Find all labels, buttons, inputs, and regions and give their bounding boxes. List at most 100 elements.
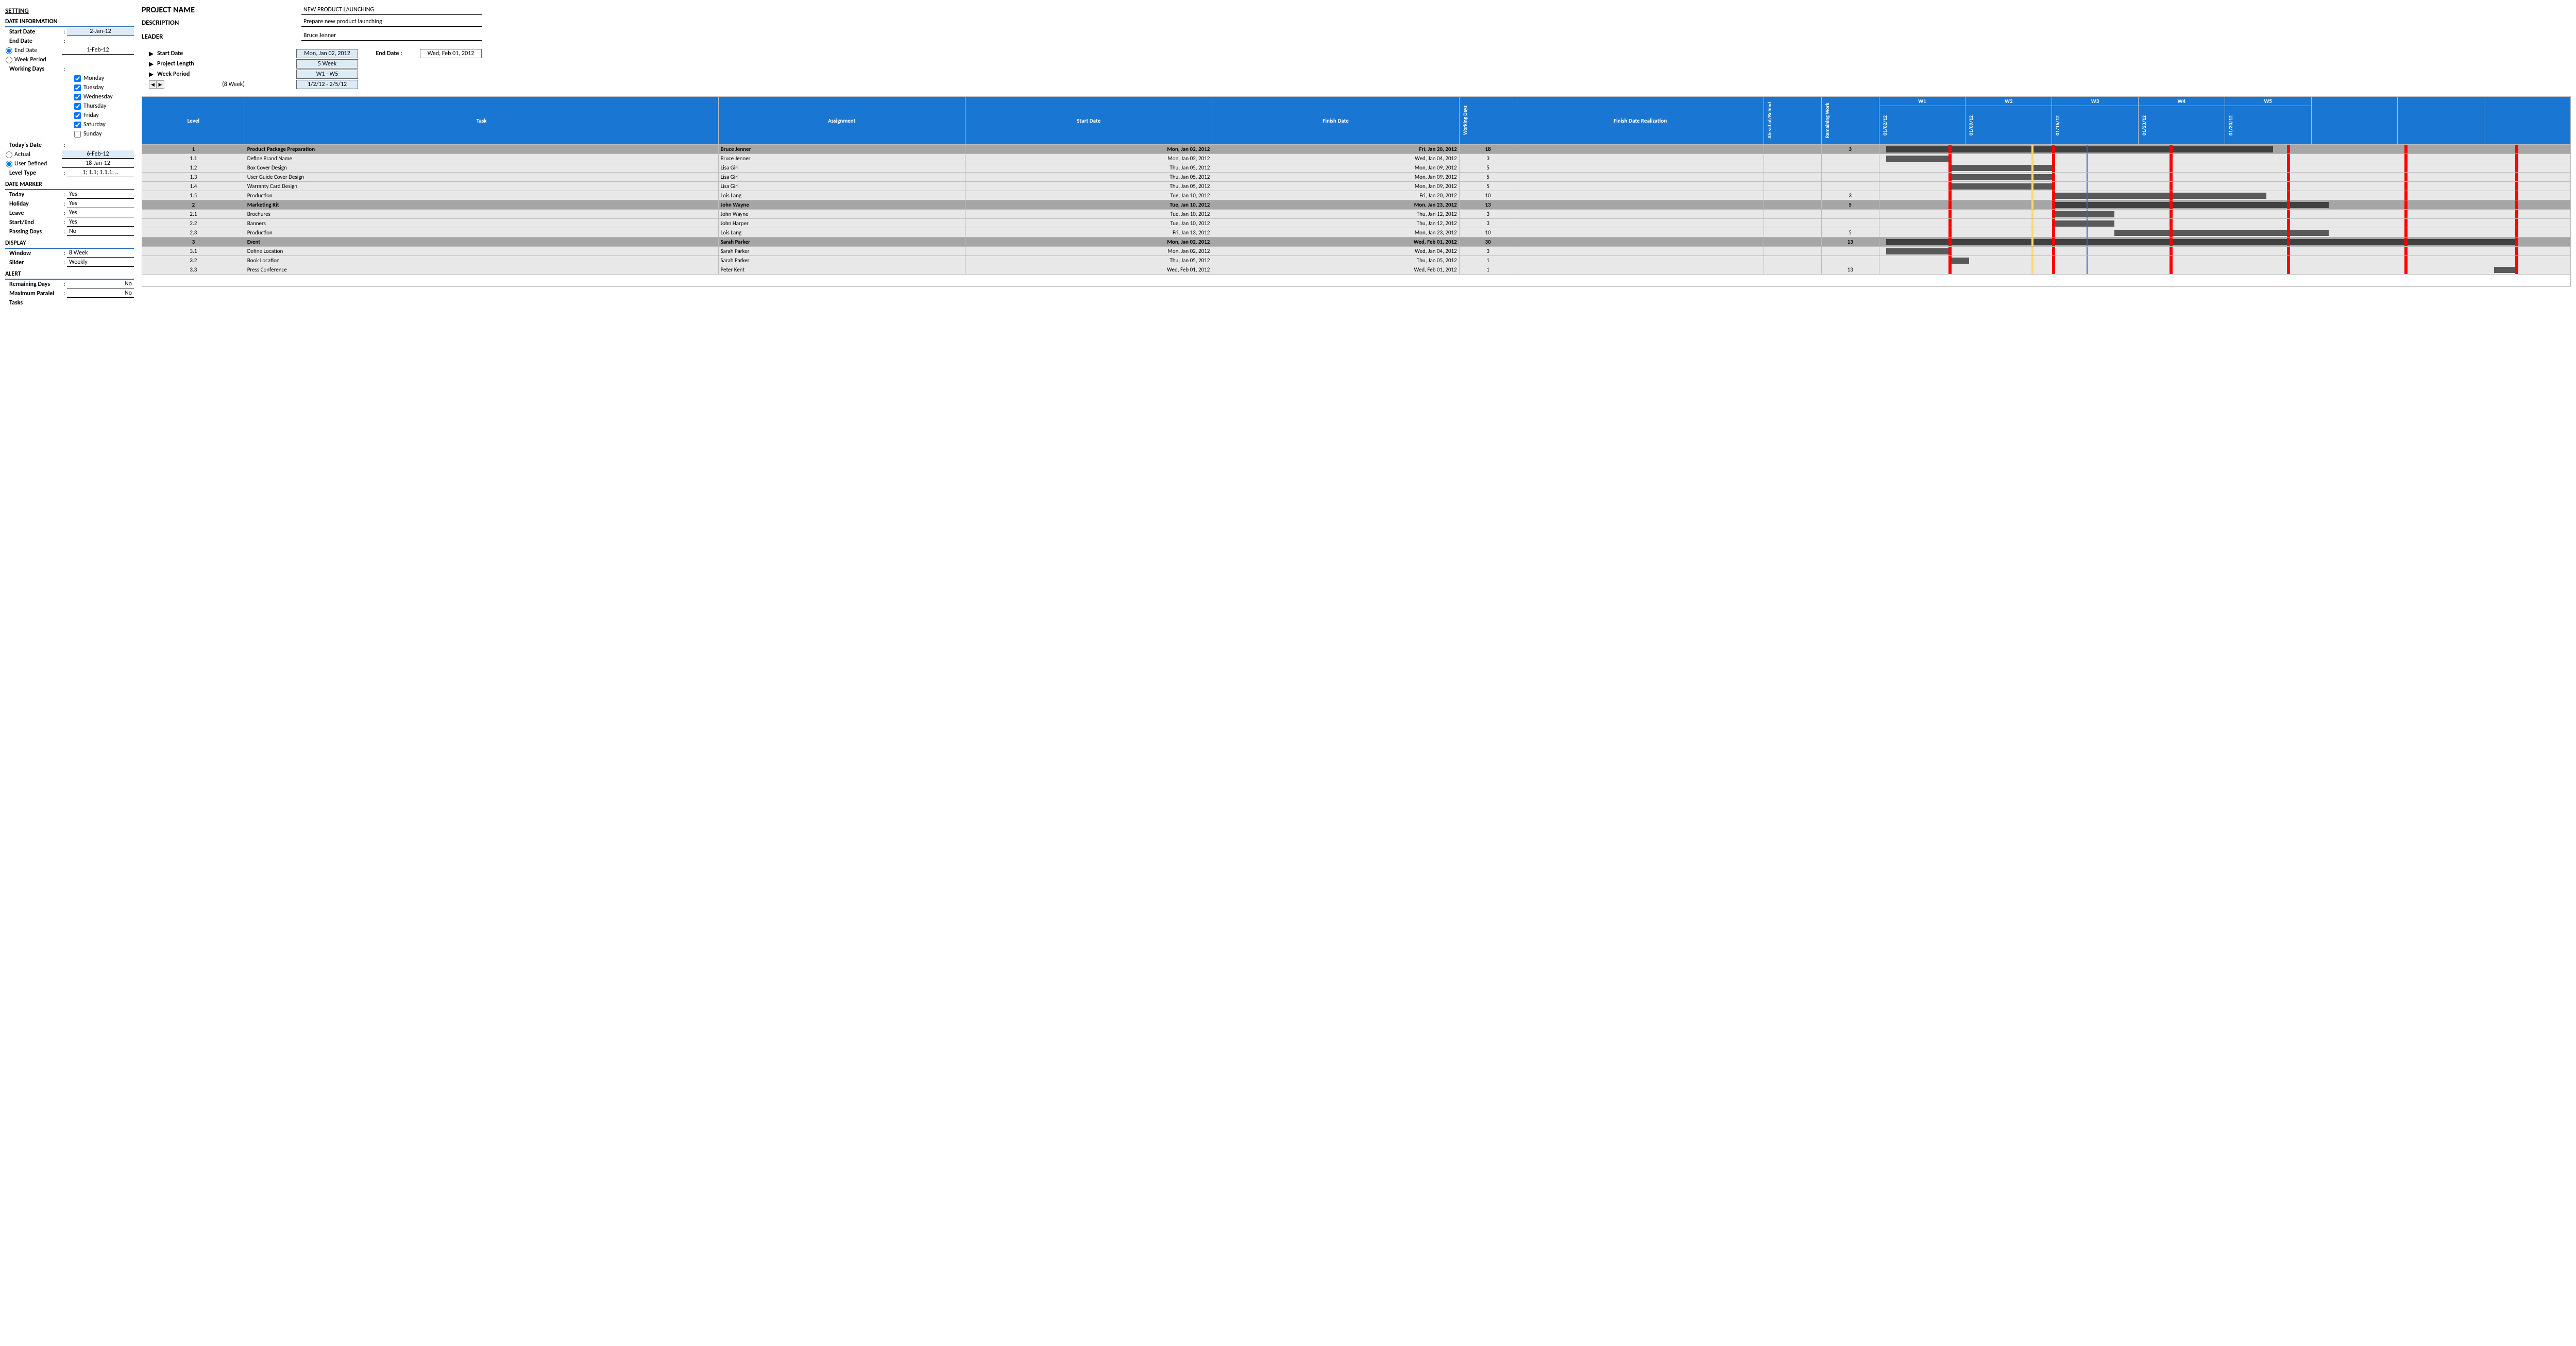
col-working-days: Working Days <box>1459 97 1517 145</box>
day-checkbox-thursday[interactable] <box>74 103 81 110</box>
marker-red <box>2052 237 2055 246</box>
slider-input[interactable]: Weekly <box>67 259 134 267</box>
passing-marker-input[interactable]: No <box>67 228 134 236</box>
level-type-label: Level Type <box>5 169 62 177</box>
marker-blue <box>2087 265 2088 274</box>
description-input[interactable]: Prepare new product launching <box>301 17 482 27</box>
cell-finish-date: Thu, Jan 12, 2012 <box>1212 219 1459 228</box>
gantt-bar <box>2052 211 2114 217</box>
marker-red <box>2170 228 2173 237</box>
gantt-cell <box>1879 191 2570 200</box>
scroll-left-icon[interactable]: ◀ <box>149 81 157 88</box>
day-checkbox-wednesday[interactable] <box>74 94 81 100</box>
cell-finish-realization[interactable] <box>1517 210 1764 219</box>
today-marker-input[interactable]: Yes <box>67 191 134 199</box>
cell-finish-realization[interactable] <box>1517 173 1764 182</box>
actual-date-value[interactable]: 6-Feb-12 <box>62 150 134 159</box>
passing-marker-label: Passing Days <box>5 228 62 235</box>
cell-working-days: 5 <box>1459 173 1517 182</box>
cell-start-date: Thu, Jan 05, 2012 <box>965 182 1212 191</box>
leave-marker-input[interactable]: Yes <box>67 209 134 217</box>
task-row[interactable]: 1.5ProductionLois LangTue, Jan 10, 2012F… <box>142 191 2571 200</box>
week-period-radio-label: Week Period <box>12 56 62 63</box>
day-label: Saturday <box>83 121 106 128</box>
cell-level: 1 <box>142 145 245 154</box>
task-row[interactable]: 1.4Warranty Card DesignLisa GirlThu, Jan… <box>142 182 2571 191</box>
project-name-input[interactable]: NEW PRODUCT LAUNCHING <box>301 5 482 15</box>
scroll-control[interactable]: ◀ ▶ <box>149 80 164 89</box>
startend-marker-input[interactable]: Yes <box>67 218 134 227</box>
leader-input[interactable]: Bruce Jenner <box>301 31 482 41</box>
marker-red <box>2515 228 2518 237</box>
marker-red <box>1948 219 1952 228</box>
start-date-input[interactable]: 2-Jan-12 <box>67 28 134 36</box>
task-row[interactable]: 1.3User Guide Cover DesignLisa GirlThu, … <box>142 173 2571 182</box>
cell-finish-realization[interactable] <box>1517 237 1764 247</box>
day-checkbox-saturday[interactable] <box>74 122 81 128</box>
max-parallel-input[interactable]: No <box>67 289 134 298</box>
task-row[interactable]: 3.1Define LocationSarah ParkerMon, Jan 0… <box>142 247 2571 256</box>
task-row[interactable]: 1Product Package PreparationBruce Jenner… <box>142 145 2571 154</box>
task-row[interactable]: 2.1BrochuresJohn WayneTue, Jan 10, 2012T… <box>142 210 2571 219</box>
cell-finish-realization[interactable] <box>1517 265 1764 275</box>
cell-assignment: Sarah Parker <box>718 237 965 247</box>
cell-finish-realization[interactable] <box>1517 219 1764 228</box>
marker-red <box>2170 191 2173 200</box>
cell-remaining <box>1821 210 1879 219</box>
cell-task: Book Location <box>245 256 718 265</box>
window-label: Window <box>5 250 62 257</box>
cell-finish-realization[interactable] <box>1517 200 1764 210</box>
cell-remaining: 13 <box>1821 237 1879 247</box>
cell-finish-realization[interactable] <box>1517 228 1764 237</box>
cell-finish-realization[interactable] <box>1517 182 1764 191</box>
end-date-radio-label: End Date <box>12 47 62 54</box>
task-row[interactable]: 1.2Box Cover DesignLisa GirlThu, Jan 05,… <box>142 163 2571 173</box>
marker-red <box>2404 173 2408 181</box>
cell-finish-realization[interactable] <box>1517 256 1764 265</box>
task-row[interactable]: 3.3Press ConferencePeter KentWed, Feb 01… <box>142 265 2571 275</box>
cell-working-days: 3 <box>1459 210 1517 219</box>
cell-finish-realization[interactable] <box>1517 191 1764 200</box>
window-input[interactable]: 8 Week <box>67 249 134 258</box>
level-type-input[interactable]: 1; 1.1; 1.1.1; .. <box>67 169 134 177</box>
task-row[interactable]: 2Marketing KitJohn WayneTue, Jan 10, 201… <box>142 200 2571 210</box>
task-row[interactable]: 2.2BannersJohn HarperTue, Jan 10, 2012Th… <box>142 219 2571 228</box>
cell-start-date: Mon, Jan 02, 2012 <box>965 247 1212 256</box>
scroll-right-icon[interactable]: ▶ <box>157 81 164 88</box>
day-checkbox-monday[interactable] <box>74 75 81 82</box>
cell-ahead-behind <box>1764 265 1821 275</box>
end-date-radio[interactable] <box>6 47 12 54</box>
week-period-radio[interactable] <box>6 57 12 63</box>
task-row[interactable]: 3.2Book LocationSarah ParkerThu, Jan 05,… <box>142 256 2571 265</box>
holiday-marker-input[interactable]: Yes <box>67 200 134 208</box>
marker-red <box>2170 173 2173 181</box>
cell-remaining: 3 <box>1821 191 1879 200</box>
day-checkbox-friday[interactable] <box>74 112 81 119</box>
gantt-bar <box>2114 230 2329 236</box>
project-name-label: PROJECT NAME <box>142 5 301 15</box>
day-checkbox-tuesday[interactable] <box>74 84 81 91</box>
cell-finish-realization[interactable] <box>1517 154 1764 163</box>
cell-remaining <box>1821 182 1879 191</box>
actual-radio[interactable] <box>6 151 12 158</box>
cell-assignment: Lisa Girl <box>718 173 965 182</box>
marker-red <box>2404 247 2408 255</box>
grid-body: 1Product Package PreparationBruce Jenner… <box>142 145 2571 287</box>
task-row[interactable]: 1.1Define Brand NameBruce JennerMon, Jan… <box>142 154 2571 163</box>
end-date-input[interactable]: 1-Feb-12 <box>62 46 134 55</box>
cell-start-date: Thu, Jan 05, 2012 <box>965 173 1212 182</box>
remaining-days-input[interactable]: No <box>67 280 134 288</box>
task-row[interactable]: 2.3ProductionLois LangFri, Jan 13, 2012M… <box>142 228 2571 237</box>
marker-red <box>2052 182 2055 191</box>
user-defined-date-value[interactable]: 18-Jan-12 <box>62 160 134 168</box>
cell-finish-realization[interactable] <box>1517 247 1764 256</box>
gantt-cell <box>1879 163 2570 173</box>
marker-red <box>2287 154 2290 163</box>
day-label: Monday <box>83 75 104 82</box>
cell-finish-realization[interactable] <box>1517 163 1764 173</box>
day-checkbox-sunday[interactable] <box>74 131 81 138</box>
cell-task: Define Location <box>245 247 718 256</box>
task-row[interactable]: 3EventSarah ParkerMon, Jan 02, 2012Wed, … <box>142 237 2571 247</box>
user-defined-radio[interactable] <box>6 161 12 167</box>
cell-finish-realization[interactable] <box>1517 145 1764 154</box>
